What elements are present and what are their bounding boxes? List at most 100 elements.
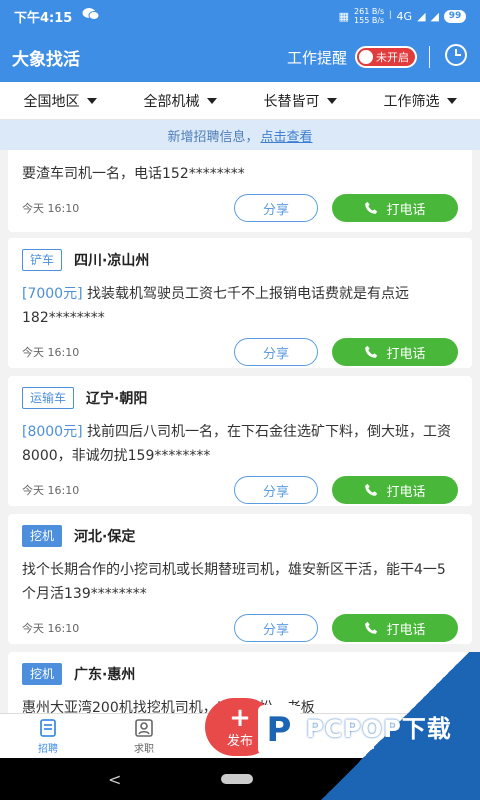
- filter-work[interactable]: 工作筛选: [384, 91, 457, 111]
- toggle-knob: [359, 50, 373, 64]
- watermark-text: PCPOP下载 PCPOP Download: [306, 709, 452, 751]
- filter-region-label: 全国地区: [23, 93, 80, 110]
- new-posts-notice[interactable]: 新增招聘信息， 点击查看: [0, 120, 480, 150]
- machine-tag: 挖机: [22, 663, 63, 685]
- phone-icon: [365, 621, 378, 634]
- job-desc: [8000元] 找前四后八司机一名，在下石金往选矿下料，倒大班，工资8000，非…: [22, 420, 458, 468]
- filter-term[interactable]: 长替皆可: [264, 91, 337, 111]
- card-header: 运输车 辽宁·朝阳: [22, 380, 458, 416]
- machine-tag: 挖机: [22, 525, 63, 547]
- job-desc: 要渣车司机一名，电话152********: [22, 162, 458, 186]
- app-bar: 大象找活 工作提醒 未开启: [0, 32, 480, 82]
- clock-icon[interactable]: [444, 43, 468, 71]
- post-time: 今天 16:10: [22, 202, 80, 215]
- back-icon[interactable]: <: [108, 770, 121, 789]
- speed-down: 155 B/s: [354, 16, 385, 25]
- signal-icon-2: ◢: [430, 9, 439, 23]
- caret-down-icon: [86, 97, 97, 104]
- home-pill-icon[interactable]: [221, 774, 254, 784]
- job-location: 四川·凉山州: [74, 253, 150, 269]
- job-location: 辽宁·朝阳: [86, 391, 148, 407]
- call-label: 打电话: [386, 346, 426, 362]
- filter-region[interactable]: 全国地区: [24, 91, 97, 111]
- call-button[interactable]: 打电话: [332, 194, 458, 222]
- job-card[interactable]: 运输车 辽宁·朝阳 [8000元] 找前四后八司机一名，在下石金往选矿下料，倒大…: [8, 376, 472, 506]
- job-desc-text: 找前四后八司机一名，在下石金往选矿下料，倒大班，工资8000，非诚勿扰159**…: [22, 424, 452, 464]
- caret-down-icon: [446, 97, 457, 104]
- publish-label: 发布: [226, 733, 253, 749]
- machine-tag: 铲车: [22, 249, 63, 271]
- card-footer: 今天 16:10 分享 打电话: [22, 186, 458, 230]
- salary: [8000元]: [22, 424, 83, 440]
- signal-icon: ◢: [417, 9, 426, 23]
- network-speed: 261 B/s 155 B/s: [354, 7, 384, 25]
- job-card[interactable]: 要渣车司机一名，电话152******** 今天 16:10 分享 打电话: [8, 150, 472, 232]
- job-location: 河北·保定: [74, 529, 136, 545]
- share-button[interactable]: 分享: [234, 476, 318, 504]
- share-button[interactable]: 分享: [234, 614, 318, 642]
- job-feed[interactable]: 要渣车司机一名，电话152******** 今天 16:10 分享 打电话 铲车…: [0, 150, 480, 713]
- work-remind-label: 工作提醒: [286, 48, 347, 67]
- notice-link[interactable]: 点击查看: [261, 126, 313, 145]
- card-footer: 今天 16:10 分享 打电话: [22, 468, 458, 512]
- call-label: 打电话: [386, 622, 426, 638]
- job-card[interactable]: 挖机 河北·保定 找个长期合作的小挖司机或长期替班司机，雄安新区干活，能干4一5…: [8, 514, 472, 644]
- caret-down-icon: [326, 97, 337, 104]
- vibrate-icon: ⦚: [389, 9, 392, 22]
- recruit-icon: [40, 718, 56, 737]
- work-remind-toggle[interactable]: 未开启: [355, 46, 417, 68]
- tab-recruit[interactable]: 招聘: [0, 714, 96, 758]
- job-desc-text: 找个长期合作的小挖司机或长期替班司机，雄安新区干活，能干4一5个月活139***…: [22, 562, 446, 602]
- card-footer: 今天 16:10 分享 打电话: [22, 330, 458, 374]
- call-button[interactable]: 打电话: [332, 614, 458, 642]
- appbar-divider: [429, 46, 430, 68]
- call-label: 打电话: [386, 202, 426, 218]
- plus-icon: +: [229, 702, 251, 733]
- tab-recruit-label: 招聘: [38, 743, 58, 755]
- filter-bar: 全国地区 全部机械 长替皆可 工作筛选: [0, 82, 480, 120]
- filter-term-label: 长替皆可: [263, 93, 320, 110]
- toggle-label: 未开启: [376, 51, 409, 64]
- watermark-logo: P PCPOP下载 PCPOP Download: [258, 702, 473, 758]
- post-time: 今天 16:10: [22, 346, 80, 359]
- grid-icon: ▦: [338, 9, 350, 23]
- network-type: 4G: [396, 9, 413, 23]
- job-location: 广东·惠州: [74, 667, 136, 683]
- tab-jobseek[interactable]: 求职: [96, 714, 192, 758]
- machine-tag: 运输车: [22, 387, 75, 409]
- phone-icon: [365, 201, 378, 214]
- notice-text: 新增招聘信息，: [167, 129, 259, 145]
- watermark-p-icon: P: [258, 705, 300, 755]
- tab-jobseek-label: 求职: [134, 743, 154, 755]
- card-header: 铲车 四川·凉山州: [22, 242, 458, 278]
- share-button[interactable]: 分享: [234, 194, 318, 222]
- filter-work-label: 工作筛选: [383, 93, 440, 110]
- phone-icon: [365, 483, 378, 496]
- watermark-sub: PCPOP Download: [306, 742, 375, 751]
- jobseek-icon: [135, 718, 153, 737]
- card-footer: 今天 16:10 分享 打电话: [22, 606, 458, 650]
- status-bar: 下午4:15 ▦ 261 B/s 155 B/s ⦚ 4G ◢ ◢ 99: [0, 0, 480, 32]
- status-time: 下午4:15: [14, 10, 73, 26]
- job-desc: [7000元] 找装载机驾驶员工资七千不上报销电话费就是有点远182******…: [22, 282, 458, 330]
- app-title: 大象找活: [12, 49, 80, 70]
- card-header: 挖机 河北·保定: [22, 518, 458, 554]
- watermark-brand: PCPOP下载: [306, 715, 452, 743]
- salary: [7000元]: [22, 286, 83, 302]
- call-label: 打电话: [386, 484, 426, 500]
- call-button[interactable]: 打电话: [332, 476, 458, 504]
- share-button[interactable]: 分享: [234, 338, 318, 366]
- post-time: 今天 16:10: [22, 622, 80, 635]
- speed-up: 261 B/s: [354, 7, 385, 16]
- caret-down-icon: [206, 97, 217, 104]
- filter-machine[interactable]: 全部机械: [144, 91, 217, 111]
- battery-icon: 99: [444, 9, 466, 23]
- job-desc-text: 要渣车司机一名，电话152********: [22, 166, 245, 182]
- wechat-icon: [82, 7, 100, 25]
- post-time: 今天 16:10: [22, 484, 80, 497]
- phone-icon: [365, 345, 378, 358]
- filter-machine-label: 全部机械: [143, 93, 200, 110]
- job-desc: 找个长期合作的小挖司机或长期替班司机，雄安新区干活，能干4一5个月活139***…: [22, 558, 458, 606]
- call-button[interactable]: 打电话: [332, 338, 458, 366]
- job-card[interactable]: 铲车 四川·凉山州 [7000元] 找装载机驾驶员工资七千不上报销电话费就是有点…: [8, 238, 472, 368]
